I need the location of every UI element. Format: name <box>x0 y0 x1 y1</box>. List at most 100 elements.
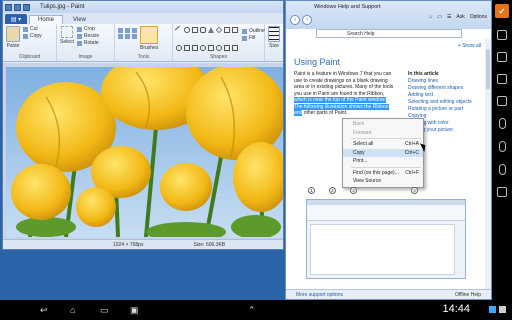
heart-shape-icon[interactable] <box>200 44 206 51</box>
browse-icon[interactable]: ☰ <box>447 14 451 20</box>
callout-shape-icon[interactable] <box>192 44 198 51</box>
menu-item-shortcut: Ctrl+C <box>404 149 419 156</box>
line-size-icon <box>268 26 280 42</box>
arrow-shape-icon[interactable] <box>184 44 190 51</box>
forward-icon[interactable]: › <box>302 15 312 25</box>
line-shape-icon[interactable] <box>174 25 184 35</box>
lightning-shape-icon[interactable] <box>208 44 214 51</box>
toc-link[interactable]: Rotating a picture or part <box>408 106 472 113</box>
mouse-scroll-icon[interactable] <box>498 164 506 175</box>
back-nav-icon[interactable]: ↩ <box>40 305 48 316</box>
triangle-shape-icon[interactable] <box>208 27 214 33</box>
context-menu-item[interactable]: Print... <box>343 157 423 166</box>
menu-item-label: Forward <box>353 129 372 136</box>
undo-icon[interactable] <box>14 3 21 11</box>
help-search-input[interactable]: Search Help <box>316 29 462 38</box>
more-support-link[interactable]: More support options <box>296 292 343 298</box>
curve-shape-icon[interactable] <box>232 44 238 51</box>
diamond-shape-icon[interactable] <box>215 26 223 34</box>
rectangle-shape-icon[interactable] <box>192 27 198 33</box>
android-navbar: ↩ ⌂ ▭ ▣ ⌃ 14:44 <box>0 300 512 320</box>
paint-menu-button[interactable]: ▤ ▾ <box>5 14 27 24</box>
select-label: Select <box>60 39 74 45</box>
fill-dropdown[interactable]: Fill <box>242 35 265 41</box>
outline-icon <box>242 28 247 34</box>
ask-button[interactable]: Ask <box>456 14 464 20</box>
size-button[interactable]: Size <box>268 26 280 61</box>
app-logo-icon[interactable]: ✓ <box>495 4 509 18</box>
monitor-icon[interactable] <box>497 96 507 106</box>
rotate-button[interactable]: Rotate <box>76 40 99 46</box>
group-label-shapes: Shapes <box>210 54 227 60</box>
copy-icon <box>23 33 28 39</box>
text-icon[interactable] <box>132 28 137 33</box>
screenshot-icon[interactable]: ▣ <box>130 305 139 316</box>
group-label-clipboard: Clipboard <box>18 54 41 60</box>
print-icon[interactable]: ▭ <box>437 14 442 20</box>
tulips-image[interactable] <box>6 67 283 237</box>
magnifier-icon[interactable] <box>132 34 137 39</box>
illustration-ribbon <box>307 205 465 221</box>
eraser-icon[interactable] <box>118 34 123 39</box>
back-icon[interactable]: ‹ <box>290 15 300 25</box>
mouse-right-icon[interactable] <box>498 141 506 152</box>
resize-icon <box>76 33 82 39</box>
toc-link[interactable]: Drawing different shapes <box>408 85 472 92</box>
paint-title: Tulips.jpg - Paint <box>40 4 85 10</box>
status-clock: 14:44 <box>442 303 470 315</box>
four-point-star-shape-icon[interactable] <box>224 44 230 51</box>
paint-statusbar: 1024 × 768px Size: 606.3KB <box>3 239 283 249</box>
help-scrollbar[interactable] <box>485 39 491 289</box>
callout-marker: 1 <box>308 187 315 194</box>
fill-icon[interactable] <box>125 28 130 33</box>
toc-link[interactable]: Selecting and editing objects <box>408 99 472 106</box>
outline-dropdown[interactable]: Outline <box>242 28 265 34</box>
crop-button[interactable]: Crop <box>76 26 99 32</box>
hexagon-shape-icon[interactable] <box>232 27 238 33</box>
callout-marker: 4 <box>411 187 418 194</box>
menu-separator <box>351 138 421 139</box>
context-menu-item[interactable]: View Source <box>343 177 423 186</box>
brush-icon <box>140 26 159 44</box>
callout-marker: 3 <box>350 187 357 194</box>
zoom-icon[interactable] <box>497 187 507 197</box>
windows-icon[interactable] <box>497 74 507 84</box>
home-icon[interactable]: ⌂ <box>429 14 432 20</box>
save-icon[interactable] <box>5 3 12 11</box>
context-menu-item[interactable]: Select all Ctrl+A <box>343 140 423 149</box>
page-title: Using Paint <box>294 57 341 67</box>
pencil-icon[interactable] <box>118 28 123 33</box>
toc-link[interactable]: Drawing lines <box>408 78 472 85</box>
color-picker-icon[interactable] <box>125 34 130 39</box>
cut-button[interactable]: Cut <box>23 26 42 32</box>
mouse-left-icon[interactable] <box>498 118 506 129</box>
help-statusbar: More support options Offline Help <box>286 289 491 299</box>
redo-icon[interactable] <box>23 3 30 11</box>
home-nav-icon[interactable]: ⌂ <box>70 305 75 315</box>
oval-shape-icon[interactable] <box>184 27 190 33</box>
offline-help-button[interactable]: Offline Help <box>455 292 481 298</box>
resize-button[interactable]: Resize <box>76 33 99 39</box>
show-all-link[interactable]: + Show all <box>458 43 481 49</box>
menu-up-icon[interactable]: ⌃ <box>248 305 256 316</box>
shapes-group: Outline Fill Shapes <box>173 24 265 61</box>
options-button[interactable]: Options <box>470 14 487 20</box>
tab-view[interactable]: View <box>65 16 94 24</box>
help-window: Windows Help and Support ‹ › ⌂ ▭ ☰ Ask O… <box>285 0 492 300</box>
toc-link[interactable]: Adding text <box>408 92 472 99</box>
context-menu-item: Back <box>343 120 423 129</box>
pentagon-shape-icon[interactable] <box>224 27 230 33</box>
rounded-rectangle-shape-icon[interactable] <box>200 27 206 33</box>
context-menu-item[interactable]: Find (on this page)... Ctrl+F <box>343 169 423 178</box>
copy-button[interactable]: Copy <box>23 33 42 39</box>
cloud-shape-icon[interactable] <box>216 44 222 51</box>
copy-label: Copy <box>30 33 42 39</box>
keyboard-icon[interactable] <box>497 30 507 40</box>
star-shape-icon[interactable] <box>176 44 182 51</box>
help-content: Using Paint Paint is a feature in Window… <box>294 57 484 188</box>
context-menu-item[interactable]: Copy Ctrl+C <box>343 148 423 157</box>
settings-icon[interactable] <box>497 52 507 62</box>
tab-home[interactable]: Home <box>29 15 64 24</box>
recent-apps-icon[interactable]: ▭ <box>100 305 109 316</box>
scroll-thumb[interactable] <box>486 49 490 89</box>
